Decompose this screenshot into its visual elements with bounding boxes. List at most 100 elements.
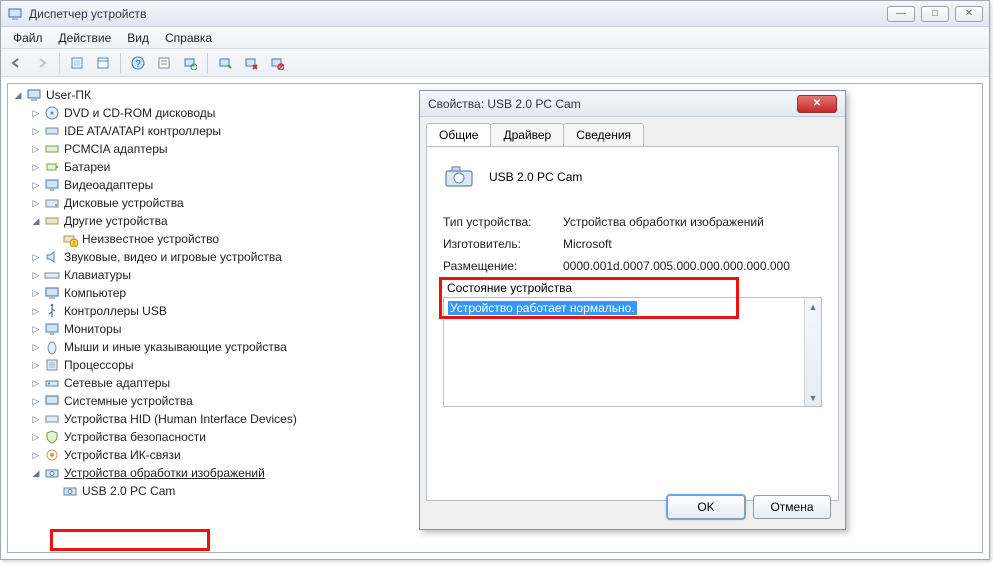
webcam-icon (62, 483, 78, 499)
tree-item[interactable]: ▷Мыши и иные указывающие устройства (12, 338, 412, 356)
collapse-icon[interactable]: ◢ (30, 212, 42, 230)
computer-icon (26, 87, 42, 103)
ok-button[interactable]: OK (667, 495, 745, 519)
ide-icon (44, 123, 60, 139)
tree-item[interactable]: ▷ Контроллеры USB (12, 302, 412, 320)
scroll-down-icon[interactable]: ▼ (805, 389, 821, 406)
webcam-icon (443, 161, 475, 193)
tree-item[interactable]: ▷ IDE ATA/ATAPI контроллеры (12, 122, 412, 140)
minimize-button[interactable]: — (887, 6, 915, 22)
expand-icon[interactable]: ▷ (30, 194, 42, 212)
tree-item[interactable]: ▷Компьютер (12, 284, 412, 302)
help-button[interactable]: ? (127, 52, 149, 74)
tree-item-camera[interactable]: USB 2.0 PC Cam (12, 482, 412, 500)
tree-item-unknown[interactable]: !Неизвестное устройство (12, 230, 412, 248)
disk-icon (44, 195, 60, 211)
tree-item[interactable]: ▷DVD и CD-ROM дисководы (12, 104, 412, 122)
tree-item-label: Батареи (62, 158, 112, 176)
menu-file[interactable]: Файл (5, 29, 51, 47)
expand-icon[interactable]: ▷ (30, 140, 42, 158)
expand-icon[interactable]: ▷ (30, 158, 42, 176)
expand-icon[interactable]: ▷ (30, 104, 42, 122)
tree-item-label: Контроллеры USB (62, 302, 169, 320)
dialog-titlebar: Свойства: USB 2.0 PC Cam ✕ (420, 91, 845, 117)
expand-icon[interactable]: ▷ (30, 410, 42, 428)
tab-general[interactable]: Общие (426, 123, 491, 146)
tree-item[interactable]: ▷Звуковые, видео и игровые устройства (12, 248, 412, 266)
security-icon (44, 429, 60, 445)
tab-details[interactable]: Сведения (563, 123, 644, 146)
menu-action[interactable]: Действие (51, 29, 120, 47)
app-icon (7, 6, 23, 22)
other-icon (44, 213, 60, 229)
expand-icon[interactable]: ▷ (30, 338, 42, 356)
window-close-button[interactable]: ✕ (955, 6, 983, 22)
scroll-up-icon[interactable]: ▲ (805, 298, 821, 315)
expand-icon[interactable]: ▷ (30, 266, 42, 284)
prop-type: Тип устройства: Устройства обработки изо… (443, 215, 822, 229)
tree-item[interactable]: ▷ Клавиатуры (12, 266, 412, 284)
dialog-close-button[interactable]: ✕ (797, 95, 837, 113)
tree-item[interactable]: ▷Сетевые адаптеры (12, 374, 412, 392)
maximize-button[interactable]: □ (921, 6, 949, 22)
menu-help[interactable]: Справка (157, 29, 220, 47)
disable-button[interactable] (266, 52, 288, 74)
status-label: Состояние устройства (443, 281, 822, 295)
tree-item[interactable]: ▷PCMCIA адаптеры (12, 140, 412, 158)
cancel-button[interactable]: Отмена (753, 495, 831, 519)
expand-icon[interactable]: ▷ (30, 392, 42, 410)
forward-button[interactable] (31, 52, 53, 74)
scrollbar[interactable]: ▲ ▼ (804, 298, 821, 406)
expand-icon[interactable]: ▷ (30, 176, 42, 194)
expand-icon[interactable]: ▷ (30, 356, 42, 374)
scan-button[interactable] (179, 52, 201, 74)
expand-icon[interactable]: ▷ (30, 428, 42, 446)
window-title: Диспетчер устройств (29, 7, 887, 21)
type-value: Устройства обработки изображений (563, 215, 822, 229)
tab-driver[interactable]: Драйвер (490, 123, 564, 146)
keyboard-icon (44, 267, 60, 283)
tree-item-label: IDE ATA/ATAPI контроллеры (62, 122, 223, 140)
view-button[interactable] (92, 52, 114, 74)
tree-item[interactable]: ▷Системные устройства (12, 392, 412, 410)
tree-item[interactable]: ▷Видеоадаптеры (12, 176, 412, 194)
tree-item[interactable]: ▷Процессоры (12, 356, 412, 374)
svg-text:!: ! (73, 241, 75, 247)
tree-item[interactable]: ▷ Батареи (12, 158, 412, 176)
tree-item[interactable]: ▷Устройства ИК-связи (12, 446, 412, 464)
expand-icon[interactable]: ▷ (30, 320, 42, 338)
tree-item[interactable]: ▷Дисковые устройства (12, 194, 412, 212)
collapse-icon[interactable]: ◢ (12, 86, 24, 104)
svg-text:?: ? (135, 59, 141, 70)
back-button[interactable] (5, 52, 27, 74)
tree-root[interactable]: ◢ User-ПК (12, 86, 412, 104)
tree-item[interactable]: ◢ Другие устройства (12, 212, 412, 230)
window-buttons: — □ ✕ (887, 6, 983, 22)
status-textbox[interactable]: Устройство работает нормально. ▲ ▼ (443, 297, 822, 407)
prop-manufacturer: Изготовитель: Microsoft (443, 237, 822, 251)
expand-icon[interactable]: ▷ (30, 284, 42, 302)
expand-icon[interactable]: ▷ (30, 446, 42, 464)
expand-icon[interactable]: ▷ (30, 122, 42, 140)
uninstall-button[interactable] (240, 52, 262, 74)
tree-item-label: Другие устройства (62, 212, 170, 230)
expand-icon[interactable]: ▷ (30, 248, 42, 266)
tree-item[interactable]: ▷Устройства HID (Human Interface Devices… (12, 410, 412, 428)
tree-item-imaging[interactable]: ◢ Устройства обработки изображений (12, 464, 412, 482)
expand-icon[interactable]: ▷ (30, 374, 42, 392)
device-tree[interactable]: ◢ User-ПК ▷DVD и CD-ROM дисководы ▷ IDE A… (12, 86, 412, 500)
tree-item-label: Устройства обработки изображений (62, 464, 267, 482)
tree-item[interactable]: ▷Устройства безопасности (12, 428, 412, 446)
expand-icon[interactable]: ▷ (30, 302, 42, 320)
menu-view[interactable]: Вид (119, 29, 157, 47)
usb-icon (44, 303, 60, 319)
tree-item-label: Клавиатуры (62, 266, 133, 284)
show-hidden-button[interactable] (66, 52, 88, 74)
battery-icon (44, 159, 60, 175)
tree-item[interactable]: ▷Мониторы (12, 320, 412, 338)
collapse-icon[interactable]: ◢ (30, 464, 42, 482)
properties-button[interactable] (153, 52, 175, 74)
update-driver-button[interactable] (214, 52, 236, 74)
cpu-icon (44, 357, 60, 373)
status-text: Устройство работает нормально. (448, 301, 637, 315)
